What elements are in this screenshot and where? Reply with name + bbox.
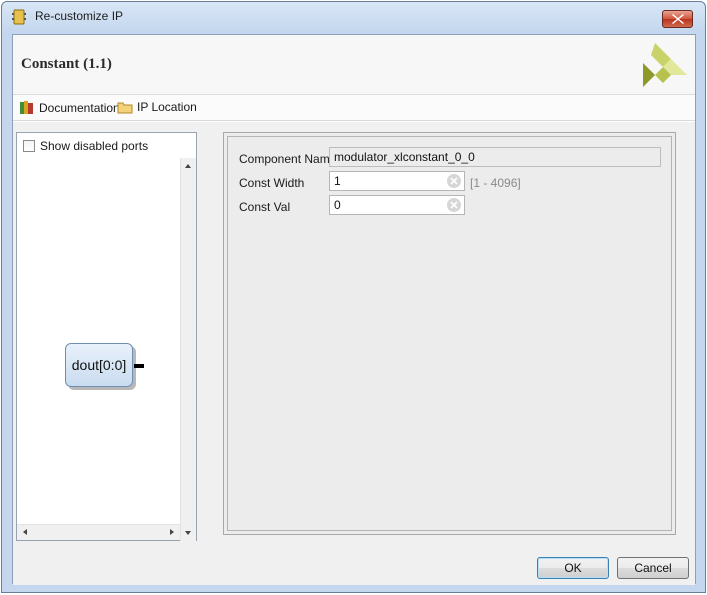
page-title: Constant (1.1) [21,56,112,72]
close-button[interactable] [662,10,693,28]
const-val-field[interactable] [329,195,465,215]
const-width-field[interactable] [329,171,465,191]
toolbar: Documentation IP Location [13,95,695,121]
symbol-panel: Show disabled ports dout[0:0] [16,132,197,541]
scroll-up-arrow-icon[interactable] [185,164,191,168]
port-label: dout[0:0] [71,357,127,373]
ip-location-button[interactable]: IP Location [117,100,197,114]
cancel-button[interactable]: Cancel [617,557,689,579]
vertical-scrollbar[interactable] [180,158,196,541]
ok-button[interactable]: OK [537,557,609,579]
window-title: Re-customize IP [35,9,124,23]
const-val-label: Const Val [239,200,291,214]
documentation-button[interactable]: Documentation [19,100,120,115]
show-disabled-ports-row[interactable]: Show disabled ports [23,139,148,153]
const-width-range: [1 - 4096] [470,176,521,190]
show-disabled-ports-label: Show disabled ports [40,139,149,153]
parameters-panel: Component Name Const Width [1 - 4096] Co… [223,132,676,535]
clear-icon[interactable] [447,198,461,212]
close-icon [672,14,684,24]
port-pin [134,364,144,368]
component-name-label: Component Name [239,152,337,166]
symbol-canvas: dout[0:0] [17,158,180,524]
clear-icon[interactable] [447,174,461,188]
scroll-right-arrow-icon[interactable] [170,529,174,535]
ip-block: dout[0:0] [65,343,133,387]
horizontal-scrollbar[interactable] [17,524,180,540]
scroll-left-arrow-icon[interactable] [23,529,27,535]
parameters-inner: Component Name Const Width [1 - 4096] Co… [227,136,672,531]
cancel-label: Cancel [634,561,672,575]
vendor-logo-icon [641,41,689,89]
header: Constant (1.1) [13,35,695,95]
dialog-window: Re-customize IP Constant (1.1) Documenta… [1,1,706,593]
ip-core-icon [12,9,26,25]
books-icon [19,100,35,115]
component-name-field[interactable] [329,147,661,167]
body-area: Show disabled ports dout[0:0] Component … [13,122,695,585]
dialog-content: Constant (1.1) Documentation IP Location… [12,34,696,585]
documentation-label: Documentation [39,100,120,115]
scroll-down-arrow-icon[interactable] [185,531,191,535]
ip-location-label: IP Location [137,100,197,114]
const-width-label: Const Width [239,176,305,190]
ok-label: OK [564,561,582,575]
title-bar[interactable]: Re-customize IP [2,2,705,30]
folder-icon [117,100,133,114]
show-disabled-ports-checkbox[interactable] [23,140,35,152]
